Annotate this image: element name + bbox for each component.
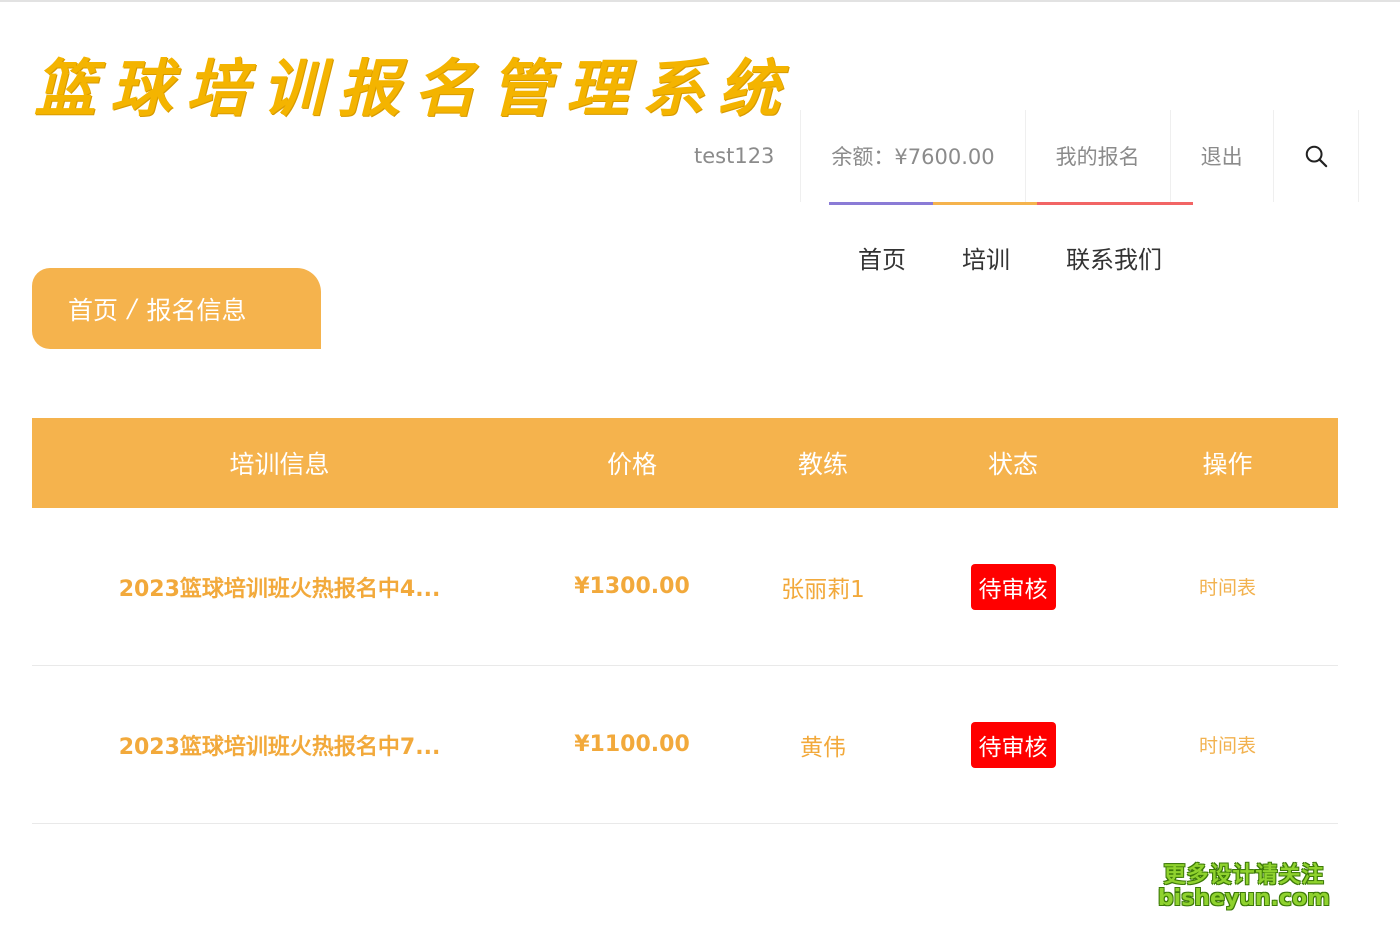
header-status: 状态 (987, 450, 1038, 479)
my-signup-link[interactable]: 我的报名 (1024, 110, 1170, 202)
nav-item-contact[interactable]: 联系我们 (1066, 240, 1162, 275)
accent-bar-red (1037, 202, 1193, 205)
header-action: 操作 (1202, 450, 1253, 479)
breadcrumb: 首页 / 报名信息 (32, 268, 321, 349)
nav-item-home[interactable]: 首页 (858, 240, 906, 275)
accent-bar-orange (933, 202, 1037, 205)
table-row: 2023篮球培训班火热报名中4... ¥1300.00 张丽莉1 待审核 时间表 (32, 508, 1338, 666)
header-coach: 教练 (797, 450, 848, 479)
table-header: 培训信息 价格 教练 状态 操作 (32, 418, 1338, 508)
search-button[interactable] (1272, 110, 1359, 202)
signup-table: 培训信息 价格 教练 状态 操作 2023篮球培训班火热报名中4... ¥130… (32, 418, 1338, 824)
schedule-link[interactable]: 时间表 (1199, 735, 1256, 757)
nav-item-training[interactable]: 培训 (962, 240, 1010, 275)
logout-link[interactable]: 退出 (1169, 110, 1273, 202)
watermark-line2: bisheyun.com (1157, 886, 1330, 912)
training-title[interactable]: 2023篮球培训班火热报名中4... (119, 577, 441, 602)
watermark: 更多设计请关注 bisheyun.com (1158, 864, 1330, 910)
watermark-line1: 更多设计请关注 (1163, 863, 1325, 888)
training-price: ¥1100.00 (574, 732, 690, 757)
main-nav: 首页 培训 联系我们 (858, 240, 1218, 275)
status-badge: 待审核 (970, 721, 1056, 768)
balance-display: 余额：¥7600.00 (800, 110, 1024, 202)
status-badge: 待审核 (970, 563, 1056, 610)
breadcrumb-home[interactable]: 首页 (68, 291, 118, 327)
header-price: 价格 (606, 450, 657, 479)
schedule-link[interactable]: 时间表 (1199, 577, 1256, 599)
top-user-bar: test123 余额：¥7600.00 我的报名 退出 (668, 110, 1359, 206)
breadcrumb-separator: / (128, 294, 137, 323)
table-row: 2023篮球培训班火热报名中7... ¥1100.00 黄伟 待审核 时间表 (32, 666, 1338, 824)
accent-bars (829, 202, 1193, 205)
accent-bar-purple (829, 202, 933, 205)
coach-name: 黄伟 (800, 734, 846, 761)
header-training-info: 培训信息 (229, 450, 330, 479)
coach-name: 张丽莉1 (781, 576, 865, 603)
training-price: ¥1300.00 (574, 574, 690, 599)
username: test123 (694, 144, 775, 168)
search-icon (1305, 145, 1327, 168)
breadcrumb-current: 报名信息 (146, 295, 247, 325)
training-title[interactable]: 2023篮球培训班火热报名中7... (119, 735, 441, 760)
